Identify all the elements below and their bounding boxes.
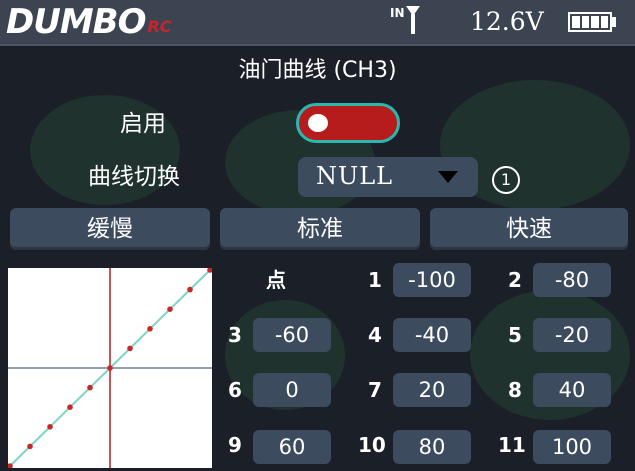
- curve-graph: [8, 268, 212, 468]
- brand-name: DUMBO: [6, 2, 146, 42]
- point-label: 3: [228, 323, 242, 347]
- brand-suffix: RC: [147, 17, 172, 36]
- point-value-4[interactable]: -40: [393, 318, 471, 352]
- point-value-6[interactable]: 0: [253, 373, 331, 407]
- page-title: 油门曲线 (CH3): [238, 58, 397, 83]
- point-label: 2: [508, 268, 522, 292]
- battery-tip: [612, 17, 616, 27]
- antenna-indicator: IN: [390, 6, 420, 34]
- point-label: 1: [368, 268, 382, 292]
- point-label: 6: [228, 378, 242, 402]
- point-value-2[interactable]: -80: [533, 263, 611, 297]
- antenna-icon: [405, 6, 420, 34]
- points-header: 点: [266, 268, 286, 292]
- point-value-1[interactable]: -100: [393, 263, 471, 297]
- curve-index-badge: ①1: [492, 166, 520, 194]
- toggle-knob: [308, 114, 328, 132]
- battery-voltage: 12.6V: [470, 7, 544, 36]
- status-bar: DUMBO RC IN 12.6V: [0, 0, 635, 46]
- curve-point: [27, 443, 33, 450]
- curve-point: [187, 286, 193, 293]
- battery-full-icon: [568, 12, 612, 32]
- point-value-5[interactable]: -20: [533, 318, 611, 352]
- curve-point: [47, 424, 53, 430]
- point-label: 9: [228, 433, 242, 457]
- point-value-7[interactable]: 20: [393, 373, 471, 407]
- point-label: 5: [508, 323, 522, 347]
- preset-slow-button[interactable]: 缓慢: [10, 208, 210, 250]
- curve-point: [107, 365, 113, 371]
- curve-switch-value: NULL: [316, 162, 394, 190]
- curve-plot: [8, 268, 212, 468]
- curve-point: [127, 345, 133, 352]
- curve-switch-label: 曲线切换: [88, 164, 180, 190]
- point-value-8[interactable]: 40: [533, 373, 611, 407]
- curve-switch-dropdown[interactable]: NULL: [298, 157, 478, 197]
- enable-label: 启用: [120, 111, 166, 137]
- point-value-10[interactable]: 80: [393, 430, 471, 464]
- curve-point: [147, 326, 153, 332]
- preset-standard-button[interactable]: 标准: [220, 208, 420, 250]
- chevron-down-icon: [438, 171, 458, 183]
- antenna-label: IN: [390, 6, 405, 20]
- curve-point: [167, 306, 173, 312]
- preset-fast-button[interactable]: 快速: [430, 208, 628, 250]
- curve-point: [67, 404, 73, 410]
- point-label: 7: [368, 378, 382, 402]
- point-value-9[interactable]: 60: [253, 430, 331, 464]
- point-value-3[interactable]: -60: [253, 318, 331, 352]
- brand-logo: DUMBO RC: [6, 4, 172, 40]
- point-value-11[interactable]: 100: [533, 430, 611, 464]
- enable-toggle[interactable]: [296, 103, 400, 143]
- point-label: 11: [498, 433, 526, 457]
- curve-point: [87, 384, 93, 391]
- point-label: 8: [508, 378, 522, 402]
- point-label: 4: [368, 323, 382, 347]
- point-label: 10: [358, 433, 386, 457]
